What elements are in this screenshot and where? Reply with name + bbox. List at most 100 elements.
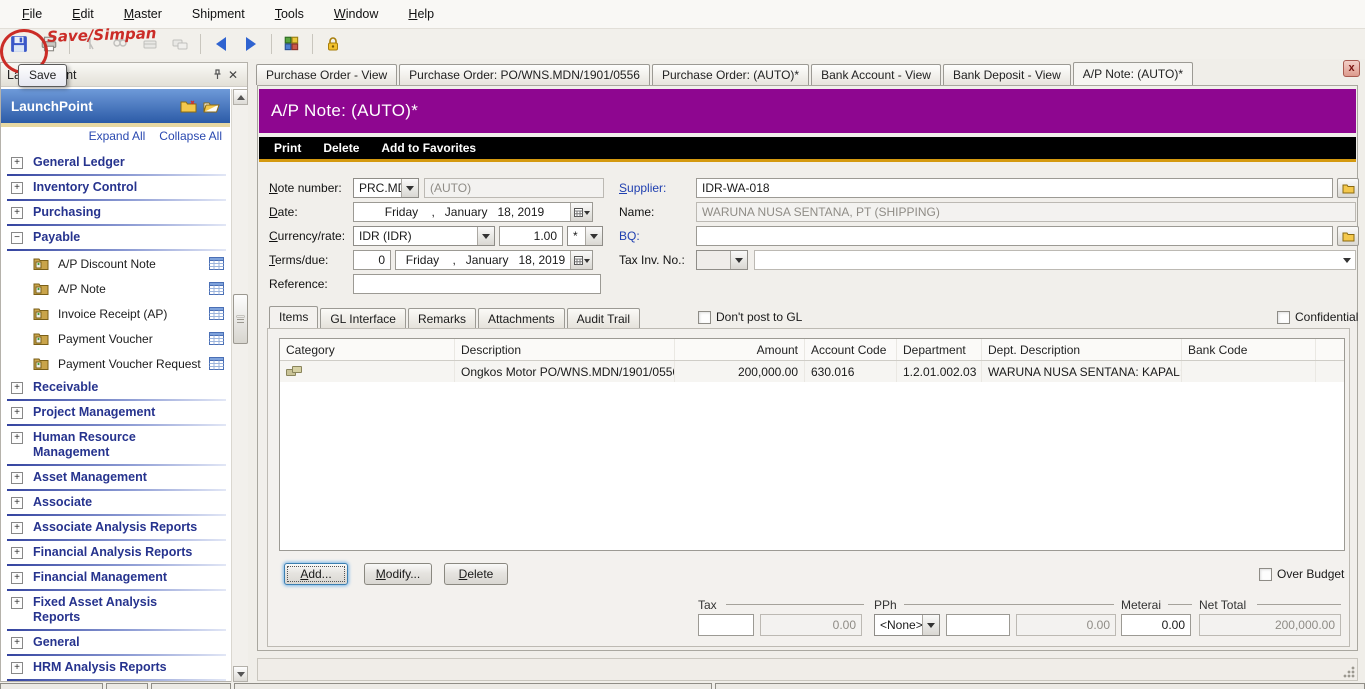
menu-edit[interactable]: Edit (58, 3, 108, 25)
bq-label[interactable]: BQ: (619, 229, 640, 243)
currency-select[interactable]: IDR (IDR) (353, 226, 495, 246)
tab-bank-deposit-view[interactable]: Bank Deposit - View (943, 64, 1071, 85)
lock-icon[interactable] (320, 32, 346, 56)
chevron-down-icon[interactable] (401, 179, 418, 197)
sidebar-section-inventory-control[interactable]: Inventory Control (1, 176, 230, 201)
chevron-down-icon[interactable] (922, 615, 939, 635)
tab-purchase-order-view[interactable]: Purchase Order - View (256, 64, 397, 85)
menu-shipment[interactable]: Shipment (178, 3, 259, 25)
browse-supplier-icon[interactable] (1337, 178, 1359, 198)
column-description[interactable]: Description (455, 339, 675, 360)
expand-icon[interactable] (11, 157, 23, 169)
back-icon[interactable] (208, 32, 234, 56)
expand-icon[interactable] (11, 407, 23, 419)
expand-icon[interactable] (11, 207, 23, 219)
checkbox-icon[interactable] (1277, 311, 1290, 324)
note-prefix-select[interactable]: PRC.MDI (353, 178, 419, 198)
sidebar-section-purchasing[interactable]: Purchasing (1, 201, 230, 226)
delete-item-button[interactable]: Delete (444, 563, 508, 585)
date-field[interactable]: Friday , January 18, 2019 (353, 202, 593, 222)
rate-operator-select[interactable]: * (567, 226, 603, 246)
expand-icon[interactable] (11, 547, 23, 559)
save-icon[interactable] (6, 32, 32, 56)
menu-help[interactable]: Help (394, 3, 448, 25)
expand-icon[interactable] (11, 597, 23, 609)
table-row[interactable]: Ongkos Motor PO/WNS.MDN/1901/0556 200,00… (280, 361, 1344, 382)
close-panel-icon[interactable]: ✕ (225, 67, 241, 83)
chevron-down-icon[interactable] (1339, 253, 1355, 267)
grid-icon[interactable] (209, 307, 224, 320)
grid-icon[interactable] (209, 332, 224, 345)
sidebar-item-payment-voucher[interactable]: Payment Voucher (1, 326, 230, 351)
pin-icon[interactable] (209, 67, 225, 83)
scrollbar-thumb[interactable] (233, 294, 248, 344)
grid-icon[interactable] (209, 357, 224, 370)
terms-field[interactable]: 0 (353, 250, 391, 270)
supplier-label[interactable]: Supplier: (619, 181, 666, 195)
tab-purchase-order-auto[interactable]: Purchase Order: (AUTO)* (652, 64, 809, 85)
column-dept-description[interactable]: Dept. Description (982, 339, 1182, 360)
sidebar-section-general-ledger[interactable]: General Ledger (1, 151, 230, 176)
add-to-favorites-button[interactable]: Add to Favorites (370, 141, 487, 155)
sidebar-section-receivable[interactable]: Receivable (1, 376, 230, 401)
column-bank-code[interactable]: Bank Code (1182, 339, 1316, 360)
expand-icon[interactable] (11, 497, 23, 509)
sidebar-item-ap-note[interactable]: A/P Note (1, 276, 230, 301)
checkbox-icon[interactable] (1259, 568, 1272, 581)
supplier-field[interactable]: IDR-WA-018 (696, 178, 1333, 198)
column-department[interactable]: Department (897, 339, 982, 360)
sidebar-item-payment-voucher-request[interactable]: Payment Voucher Request (1, 351, 230, 376)
pph-base-field[interactable] (946, 614, 1010, 636)
tax-inv-no-select[interactable] (754, 250, 1356, 270)
delete-button[interactable]: Delete (312, 141, 370, 155)
tab-attachments[interactable]: Attachments (478, 308, 565, 328)
sidebar-section-asset-management[interactable]: Asset Management (1, 466, 230, 491)
sidebar-section-fixed-asset-analysis-reports[interactable]: Fixed Asset Analysis Reports (1, 591, 230, 631)
sidebar-section-hrm-analysis-reports[interactable]: HRM Analysis Reports (1, 656, 230, 681)
expand-icon[interactable] (11, 572, 23, 584)
scroll-down-icon[interactable] (233, 666, 248, 682)
over-budget-checkbox[interactable]: Over Budget (1259, 567, 1344, 581)
grid-icon[interactable] (209, 257, 224, 270)
due-date-field[interactable]: Friday , January 18, 2019 (395, 250, 593, 270)
sidebar-item-invoice-receipt-ap[interactable]: Invoice Receipt (AP) (1, 301, 230, 326)
sidebar-section-associate-analysis-reports[interactable]: Associate Analysis Reports (1, 516, 230, 541)
reference-field[interactable] (353, 274, 601, 294)
collapse-all-link[interactable]: Collapse All (159, 129, 222, 149)
expand-icon[interactable] (11, 382, 23, 394)
menu-file[interactable]: File (8, 3, 56, 25)
calendar-icon[interactable] (570, 203, 592, 221)
checkbox-icon[interactable] (698, 311, 711, 324)
resize-grip[interactable] (1342, 665, 1355, 678)
sidebar-section-financial-analysis-reports[interactable]: Financial Analysis Reports (1, 541, 230, 566)
expand-all-link[interactable]: Expand All (89, 129, 146, 149)
sidebar-section-financial-management[interactable]: Financial Management (1, 566, 230, 591)
column-account-code[interactable]: Account Code (805, 339, 897, 360)
scroll-up-icon[interactable] (233, 89, 248, 105)
tab-audit-trail[interactable]: Audit Trail (567, 308, 640, 328)
tab-items[interactable]: Items (269, 306, 318, 328)
sidebar-section-human-resource-management[interactable]: Human Resource Management (1, 426, 230, 466)
chevron-down-icon[interactable] (730, 251, 747, 269)
sidebar-section-general[interactable]: General (1, 631, 230, 656)
cards-icon[interactable] (167, 32, 193, 56)
modify-button[interactable]: Modify... (364, 563, 432, 585)
print-button[interactable]: Print (263, 141, 312, 155)
tax-inv-prefix-select[interactable] (696, 250, 748, 270)
expand-icon[interactable] (11, 662, 23, 674)
close-tab-icon[interactable]: x (1343, 60, 1360, 77)
dont-post-to-gl-checkbox[interactable]: Don't post to GL (698, 310, 802, 324)
bq-field[interactable] (696, 226, 1333, 246)
tab-purchase-order-po-wns[interactable]: Purchase Order: PO/WNS.MDN/1901/0556 (399, 64, 650, 85)
open-folder-icon[interactable] (203, 99, 220, 113)
chevron-down-icon[interactable] (585, 227, 602, 245)
new-folder-icon[interactable] (180, 99, 197, 113)
collapse-icon[interactable] (11, 232, 23, 244)
calendar-icon[interactable] (570, 251, 592, 269)
sidebar-section-payable[interactable]: Payable (1, 226, 230, 251)
tab-ap-note-auto[interactable]: A/P Note: (AUTO)* (1073, 62, 1193, 85)
expand-icon[interactable] (11, 432, 23, 444)
tab-gl-interface[interactable]: GL Interface (320, 308, 406, 328)
modules-icon[interactable] (279, 32, 305, 56)
menu-master[interactable]: Master (110, 3, 176, 25)
